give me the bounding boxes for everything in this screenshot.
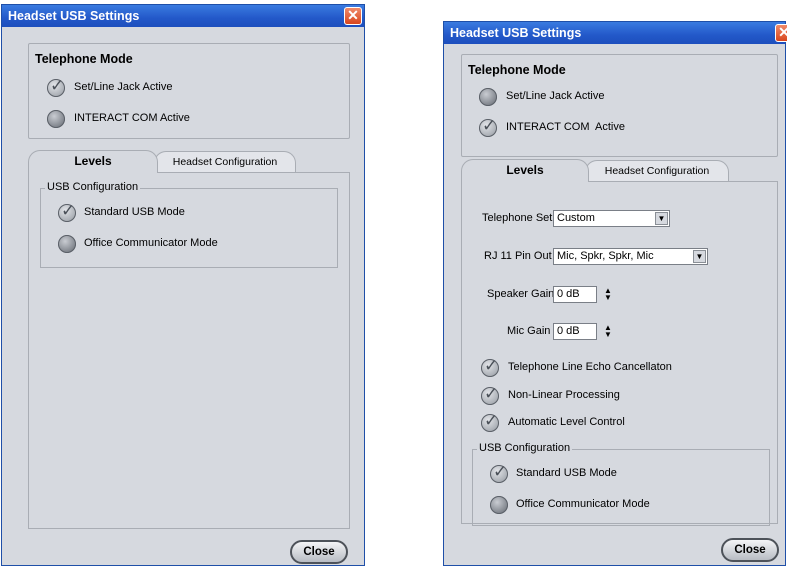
spin-arrows-icon[interactable]: ▲ ▼ bbox=[603, 324, 613, 339]
automatic-level-control-check[interactable] bbox=[481, 411, 499, 432]
right-levels-tab-body: Telephone Set Custom ▼ RJ 11 Pin Out Mic… bbox=[461, 181, 778, 526]
left-usb-configuration-legend: USB Configuration bbox=[45, 181, 141, 193]
telephone-set-label: Telephone Set bbox=[482, 212, 553, 224]
left-window-close-icon[interactable]: ✕ bbox=[344, 7, 362, 25]
right-window-close-icon[interactable]: ✕ bbox=[775, 24, 787, 42]
left-set-line-jack-label: Set/Line Jack Active bbox=[74, 81, 173, 93]
automatic-level-control-label: Automatic Level Control bbox=[508, 416, 625, 428]
speaker-gain-label: Speaker Gain bbox=[487, 288, 555, 300]
left-set-line-jack-radio[interactable] bbox=[47, 76, 65, 97]
right-set-line-jack-radio[interactable] bbox=[479, 88, 497, 106]
left-telephone-mode-heading: Telephone Mode bbox=[35, 52, 133, 66]
mic-gain-stepper[interactable]: 0 dB ▲ ▼ bbox=[553, 323, 615, 340]
left-telephone-mode-panel: Telephone Mode Set/Line Jack Active INTE… bbox=[28, 43, 350, 139]
left-office-communicator-radio[interactable] bbox=[58, 235, 76, 253]
right-settings-window: Headset USB Settings ✕ Telephone Mode Se… bbox=[443, 21, 787, 566]
right-set-line-jack-label: Set/Line Jack Active bbox=[506, 90, 605, 102]
non-linear-processing-check[interactable] bbox=[481, 384, 499, 405]
mic-gain-value: 0 dB bbox=[557, 325, 580, 337]
left-window-title: Headset USB Settings bbox=[8, 9, 140, 23]
left-standard-usb-radio[interactable] bbox=[58, 201, 76, 222]
right-window-titlebar: Headset USB Settings ✕ bbox=[444, 22, 787, 44]
left-window-titlebar: Headset USB Settings ✕ bbox=[2, 5, 364, 27]
right-close-button[interactable]: Close bbox=[721, 538, 779, 562]
right-standard-usb-label: Standard USB Mode bbox=[516, 467, 617, 479]
left-tab-headset-configuration[interactable]: Headset Configuration bbox=[154, 151, 296, 173]
rj11-pin-out-value: Mic, Spkr, Spkr, Mic bbox=[557, 250, 654, 262]
rj11-pin-out-dropdown[interactable]: Mic, Spkr, Spkr, Mic ▼ bbox=[553, 248, 708, 265]
mic-gain-field[interactable]: 0 dB bbox=[553, 323, 597, 340]
left-interact-com-radio[interactable] bbox=[47, 110, 65, 128]
right-window-title: Headset USB Settings bbox=[450, 26, 582, 40]
left-usb-configuration-group: USB Configuration Standard USB Mode Offi… bbox=[40, 181, 338, 268]
right-interact-com-radio[interactable] bbox=[479, 116, 497, 137]
left-levels-tab-body: USB Configuration Standard USB Mode Offi… bbox=[28, 172, 350, 529]
telephone-set-dropdown[interactable]: Custom ▼ bbox=[553, 210, 670, 227]
echo-cancellation-label: Telephone Line Echo Cancellaton bbox=[508, 361, 672, 373]
left-office-communicator-label: Office Communicator Mode bbox=[84, 237, 218, 249]
speaker-gain-field[interactable]: 0 dB bbox=[553, 286, 597, 303]
chevron-down-icon[interactable]: ▼ bbox=[693, 250, 706, 263]
right-telephone-mode-heading: Telephone Mode bbox=[468, 63, 566, 77]
right-usb-configuration-group: USB Configuration Standard USB Mode Offi… bbox=[472, 442, 770, 526]
non-linear-processing-label: Non-Linear Processing bbox=[508, 389, 620, 401]
speaker-gain-value: 0 dB bbox=[557, 288, 580, 300]
speaker-gain-stepper[interactable]: 0 dB ▲ ▼ bbox=[553, 286, 615, 303]
right-tab-headset-configuration[interactable]: Headset Configuration bbox=[585, 160, 729, 182]
left-close-button[interactable]: Close bbox=[290, 540, 348, 564]
right-telephone-mode-panel: Telephone Mode Set/Line Jack Active INTE… bbox=[461, 54, 778, 157]
right-usb-configuration-legend: USB Configuration bbox=[477, 442, 573, 454]
left-tab-levels[interactable]: Levels bbox=[28, 150, 158, 173]
mic-gain-label: Mic Gain bbox=[507, 325, 551, 337]
echo-cancellation-check[interactable] bbox=[481, 356, 499, 377]
rj11-pin-out-label: RJ 11 Pin Out bbox=[484, 250, 552, 262]
right-standard-usb-radio[interactable] bbox=[490, 462, 508, 483]
telephone-set-value: Custom bbox=[557, 212, 595, 224]
right-tab-levels[interactable]: Levels bbox=[461, 159, 589, 182]
left-standard-usb-label: Standard USB Mode bbox=[84, 206, 185, 218]
spin-arrows-icon[interactable]: ▲ ▼ bbox=[603, 287, 613, 302]
left-settings-window: Headset USB Settings ✕ Telephone Mode Se… bbox=[1, 4, 365, 566]
right-interact-com-label: INTERACT COM Active bbox=[506, 121, 625, 133]
chevron-down-icon[interactable]: ▼ bbox=[655, 212, 668, 225]
left-interact-com-label: INTERACT COM Active bbox=[74, 112, 190, 124]
right-office-communicator-radio[interactable] bbox=[490, 496, 508, 514]
right-office-communicator-label: Office Communicator Mode bbox=[516, 498, 650, 510]
